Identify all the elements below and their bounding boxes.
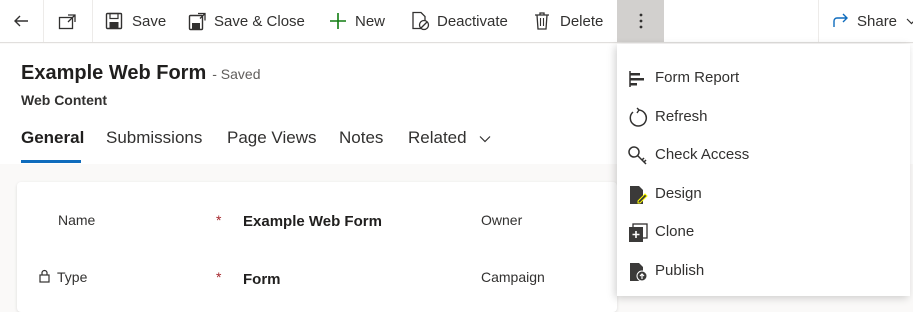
save-close-icon [188, 12, 206, 30]
tab-submissions[interactable]: Submissions [106, 128, 202, 148]
clone-icon [629, 223, 648, 242]
tab-page-views[interactable]: Page Views [227, 128, 316, 148]
trash-icon [535, 12, 549, 30]
menu-item-label: Form Report [655, 69, 740, 86]
refresh-icon [629, 107, 647, 127]
menu-item-label: Publish [655, 262, 705, 279]
save-status: - Saved [212, 66, 261, 82]
more-vertical-icon [639, 13, 642, 29]
share-icon [833, 13, 848, 27]
record-title-row: Example Web Form - Saved [21, 62, 260, 85]
menu-item-form-report[interactable]: Form Report [617, 59, 910, 97]
back-button[interactable] [12, 0, 30, 42]
toolbar-divider [92, 0, 93, 42]
campaign-field-label: Campaign [481, 269, 545, 285]
tab-related-label: Related [408, 128, 467, 147]
key-icon [628, 146, 647, 165]
save-icon [105, 12, 123, 30]
type-field-label: Type [57, 269, 88, 285]
plus-icon [330, 13, 346, 29]
deactivate-label: Deactivate [437, 12, 508, 30]
pop-out-icon [58, 14, 76, 30]
save-button[interactable]: Save [105, 0, 166, 42]
menu-item-refresh[interactable]: Refresh [617, 98, 910, 136]
menu-item-label: Refresh [655, 108, 708, 125]
share-button[interactable]: Share [833, 0, 913, 42]
menu-item-design[interactable]: Design [617, 175, 910, 213]
menu-item-label: Design [655, 185, 702, 202]
back-arrow-icon [14, 15, 28, 27]
menu-item-clone[interactable]: Clone [617, 213, 910, 251]
type-field-value: Form [243, 271, 281, 288]
delete-label: Delete [560, 12, 604, 30]
tab-related[interactable]: Related [408, 128, 491, 148]
design-icon [630, 186, 648, 204]
deactivate-button[interactable]: Deactivate [411, 0, 508, 42]
save-label: Save [132, 12, 167, 30]
active-tab-indicator [21, 160, 81, 163]
form-report-icon [629, 71, 644, 87]
menu-item-publish[interactable]: Publish [617, 252, 910, 290]
menu-item-label: Check Access [655, 146, 750, 163]
delete-button[interactable]: Delete [534, 0, 603, 42]
new-button[interactable]: New [329, 0, 385, 42]
required-indicator: * [216, 269, 222, 285]
deactivate-icon [412, 11, 430, 31]
more-commands-button[interactable] [617, 0, 664, 42]
command-bar: Save Save & Close New Deactivate Delete … [0, 0, 913, 43]
more-commands-menu: Form Report Refresh Check Access Design … [617, 44, 910, 296]
chevron-down-icon [906, 18, 913, 24]
entity-name: Web Content [21, 92, 108, 108]
name-field-value[interactable]: Example Web Form [243, 213, 382, 230]
chevron-down-icon [479, 135, 491, 142]
save-and-close-label: Save & Close [214, 12, 305, 30]
share-label: Share [857, 12, 898, 30]
new-label: New [355, 12, 386, 30]
record-title: Example Web Form [21, 62, 207, 84]
save-and-close-button[interactable]: Save & Close [188, 0, 305, 42]
tab-notes[interactable]: Notes [339, 128, 383, 148]
name-field-label: Name [58, 212, 96, 228]
menu-item-label: Clone [655, 223, 695, 240]
open-in-new-window-button[interactable] [58, 0, 78, 42]
toolbar-divider [818, 0, 819, 42]
publish-icon [630, 263, 648, 282]
required-indicator: * [216, 212, 222, 228]
general-form-section: Name * Example Web Form Owner Type * For… [17, 182, 617, 312]
owner-field-label: Owner [481, 212, 523, 228]
menu-item-check-access[interactable]: Check Access [617, 136, 910, 174]
lock-icon [39, 269, 50, 288]
toolbar-divider [43, 0, 44, 42]
tab-general[interactable]: General [21, 128, 84, 148]
